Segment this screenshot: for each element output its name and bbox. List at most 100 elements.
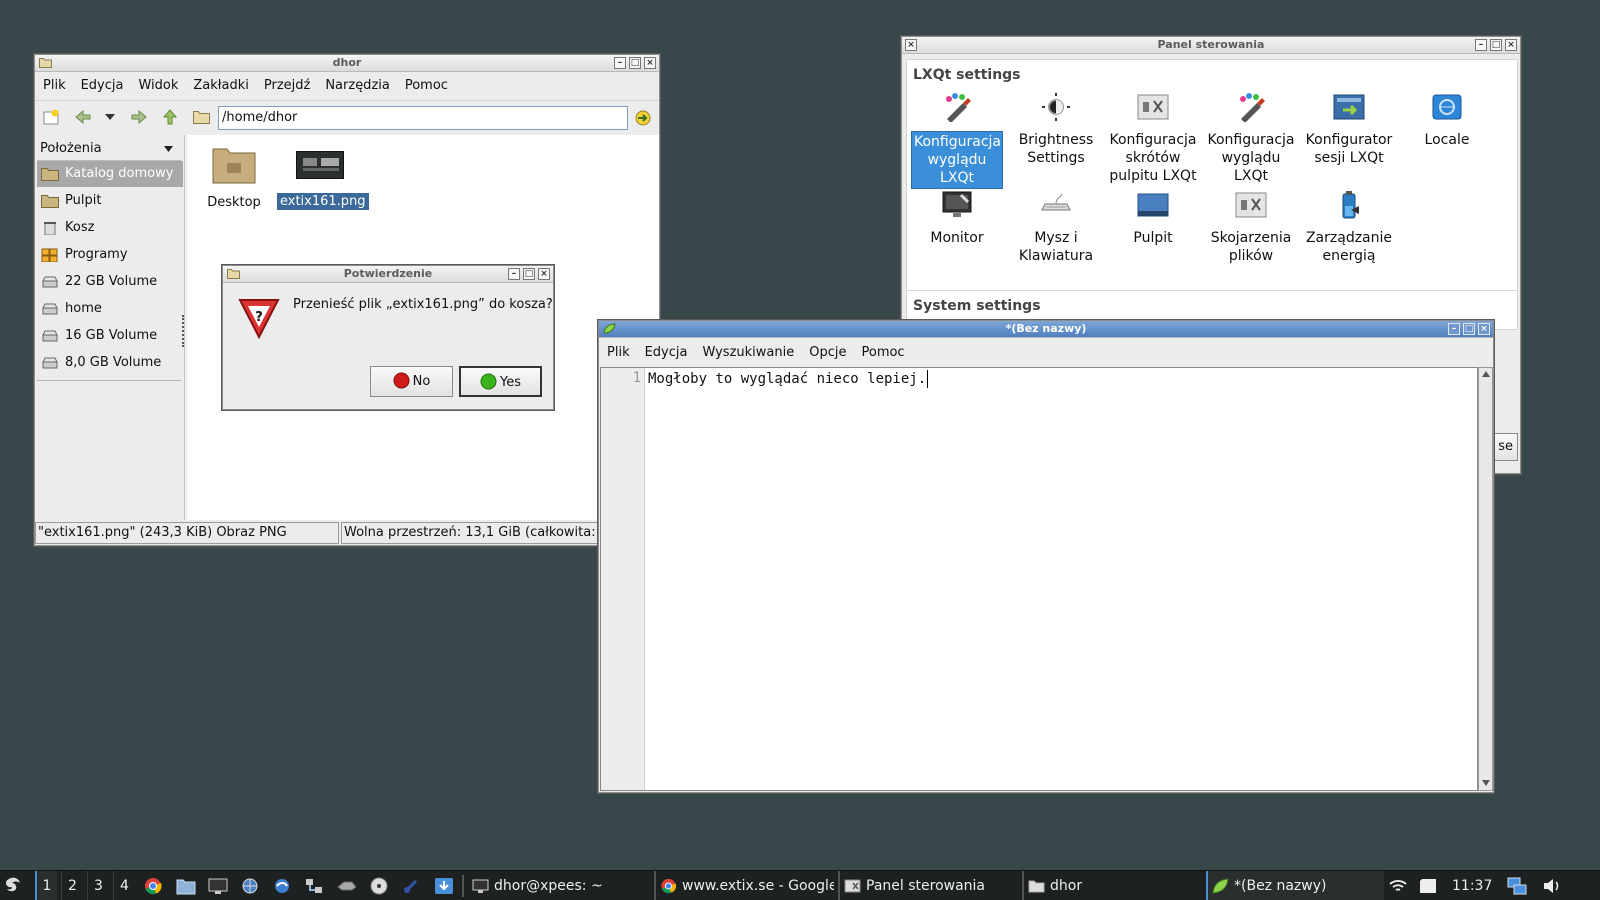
task-text-editor[interactable]: *(Bez nazwy) [1206, 871, 1384, 900]
minimize-button[interactable]: – [1475, 39, 1487, 51]
editor-title: *(Bez nazwy) [1005, 322, 1087, 335]
close-button[interactable]: × [1478, 323, 1490, 335]
maximize-button[interactable]: □ [629, 57, 641, 69]
new-tab-icon[interactable] [43, 109, 61, 126]
cp-item-brightness[interactable]: Brightness Settings [1010, 92, 1102, 167]
file-manager-launcher-icon[interactable] [176, 877, 196, 895]
menu-widok[interactable]: Widok [138, 75, 178, 97]
sidebar-item-22gb-volume[interactable]: 22 GB Volume [37, 269, 183, 295]
file-item-desktop[interactable]: Desktop [201, 143, 267, 210]
up-arrow-icon[interactable] [163, 109, 177, 125]
vertical-scrollbar[interactable] [1478, 367, 1493, 791]
places-header[interactable]: Położenia [37, 137, 181, 161]
task-control-panel[interactable]: Panel sterowania [838, 871, 1016, 900]
cp-item-appearance[interactable]: Konfiguracja wyglądu LXQt [911, 92, 1003, 189]
menu-opcje[interactable]: Opcje [809, 341, 846, 367]
terminal-launcher-icon[interactable] [208, 877, 228, 895]
cp-item-file-associations[interactable]: Skojarzenia plików [1205, 190, 1297, 265]
workspace-2[interactable]: 2 [61, 871, 83, 900]
game-launcher-icon[interactable] [336, 877, 358, 895]
cp-item-desktop[interactable]: Pulpit [1107, 190, 1199, 247]
close-button[interactable]: × [905, 39, 917, 51]
menu-zakladki[interactable]: Zakładki [193, 75, 248, 97]
yes-button[interactable]: Yes [459, 366, 542, 397]
wifi-icon[interactable] [1388, 878, 1408, 894]
places-title: Położenia [40, 141, 102, 156]
no-button[interactable]: No [370, 366, 453, 397]
sidebar-item-programy[interactable]: Programy [37, 242, 183, 268]
sidebar-item-home[interactable]: home [37, 296, 183, 322]
editor-area[interactable]: 1 Mogłoby to wyglądać nieco lepiej. [600, 367, 1478, 791]
back-arrow-icon[interactable] [75, 110, 91, 124]
maximize-button[interactable]: □ [523, 268, 535, 280]
go-arrow-icon[interactable] [633, 110, 653, 126]
maximize-button[interactable]: □ [1463, 323, 1475, 335]
keyboard-icon [1041, 193, 1071, 211]
menu-edycja[interactable]: Edycja [81, 75, 124, 97]
globe-launcher-icon[interactable] [240, 877, 260, 895]
chevron-down-icon [164, 146, 173, 152]
minimize-button[interactable]: – [614, 57, 626, 69]
volume-icon[interactable] [1542, 878, 1562, 894]
minimize-button[interactable]: – [508, 268, 520, 280]
menu-plik[interactable]: Plik [43, 75, 66, 97]
close-button[interactable]: × [538, 268, 550, 280]
close-button[interactable]: × [644, 57, 656, 69]
maximize-button[interactable]: □ [1490, 39, 1502, 51]
cp-item-locale[interactable]: Locale [1401, 92, 1493, 149]
file-item-extix161[interactable]: extix161.png [277, 143, 369, 210]
close-button[interactable]: × [1505, 39, 1517, 51]
menu-plik[interactable]: Plik [607, 341, 630, 367]
workspace-4[interactable]: 4 [113, 871, 135, 900]
cp-item-appearance-2[interactable]: Konfiguracja wyglądu LXQt [1205, 92, 1297, 185]
task-terminal[interactable]: dhor@xpees: ~ [468, 871, 648, 900]
control-panel-titlebar[interactable]: × Panel sterowania – □ × [902, 37, 1520, 54]
cp-item-monitor[interactable]: Monitor [911, 190, 1003, 247]
task-browser[interactable]: www.extix.se - Google [654, 871, 834, 900]
minimize-button[interactable]: – [1448, 323, 1460, 335]
notes-icon[interactable] [1418, 877, 1438, 895]
cp-item-shortcuts[interactable]: Konfiguracja skrótów pulpitu LXQt [1107, 92, 1199, 185]
leaf-icon [603, 323, 616, 334]
menu-pomoc[interactable]: Pomoc [861, 341, 904, 367]
network-launcher-icon[interactable] [304, 877, 324, 895]
main-menu-icon[interactable] [4, 876, 26, 896]
editor-titlebar[interactable]: *(Bez nazwy) – □ × [599, 321, 1493, 338]
scroll-up-icon[interactable] [1482, 371, 1490, 377]
forward-arrow-icon[interactable] [131, 110, 147, 124]
cp-item-mouse-keyboard[interactable]: Mysz i Klawiatura [1010, 190, 1102, 265]
sidebar-item-pulpit[interactable]: Pulpit [37, 188, 183, 214]
workspace-3[interactable]: 3 [87, 871, 109, 900]
sidebar-item-8gb-volume[interactable]: 8,0 GB Volume [37, 350, 183, 376]
network-status-icon[interactable] [1506, 876, 1528, 896]
menu-narzedzia[interactable]: Narzędzia [325, 75, 390, 97]
path-input[interactable]: /home/dhor [218, 106, 628, 130]
dialog-titlebar[interactable]: Potwierdzenie – □ × [223, 266, 553, 283]
history-dropdown-icon[interactable] [105, 113, 115, 121]
task-file-manager[interactable]: dhor [1022, 871, 1200, 900]
scroll-down-icon[interactable] [1482, 780, 1490, 786]
drive-icon [42, 330, 58, 342]
settings-icon [844, 879, 861, 893]
file-manager-titlebar[interactable]: dhor – □ × [35, 55, 659, 72]
menu-przejdz[interactable]: Przejdź [264, 75, 310, 97]
sidebar-item-kosz[interactable]: Kosz [37, 215, 183, 241]
music-launcher-icon[interactable] [402, 877, 420, 895]
mail-launcher-icon[interactable] [272, 877, 292, 895]
menu-pomoc[interactable]: Pomoc [405, 75, 448, 97]
chrome-icon[interactable] [144, 877, 162, 895]
cp-label: Locale [1424, 132, 1470, 148]
sidebar-resize-handle[interactable] [182, 315, 185, 347]
cp-item-power[interactable]: Zarządzanie energią [1303, 190, 1395, 265]
workspace-1[interactable]: 1 [35, 871, 57, 900]
status-bar: "extix161.png" (243,3 KiB) Obraz PNG Wol… [35, 522, 659, 544]
clock[interactable]: 11:37 [1452, 871, 1492, 900]
sidebar-item-16gb-volume[interactable]: 16 GB Volume [37, 323, 183, 349]
sidebar-item-katalog-domowy[interactable]: Katalog domowy [37, 161, 183, 187]
menu-wyszukiwanie[interactable]: Wyszukiwanie [702, 341, 794, 367]
download-launcher-icon[interactable] [434, 877, 454, 895]
cp-item-session[interactable]: Konfigurator sesji LXQt [1303, 92, 1395, 167]
menu-edycja[interactable]: Edycja [645, 341, 688, 367]
home-folder-icon[interactable] [193, 110, 210, 124]
disc-launcher-icon[interactable] [370, 877, 388, 895]
